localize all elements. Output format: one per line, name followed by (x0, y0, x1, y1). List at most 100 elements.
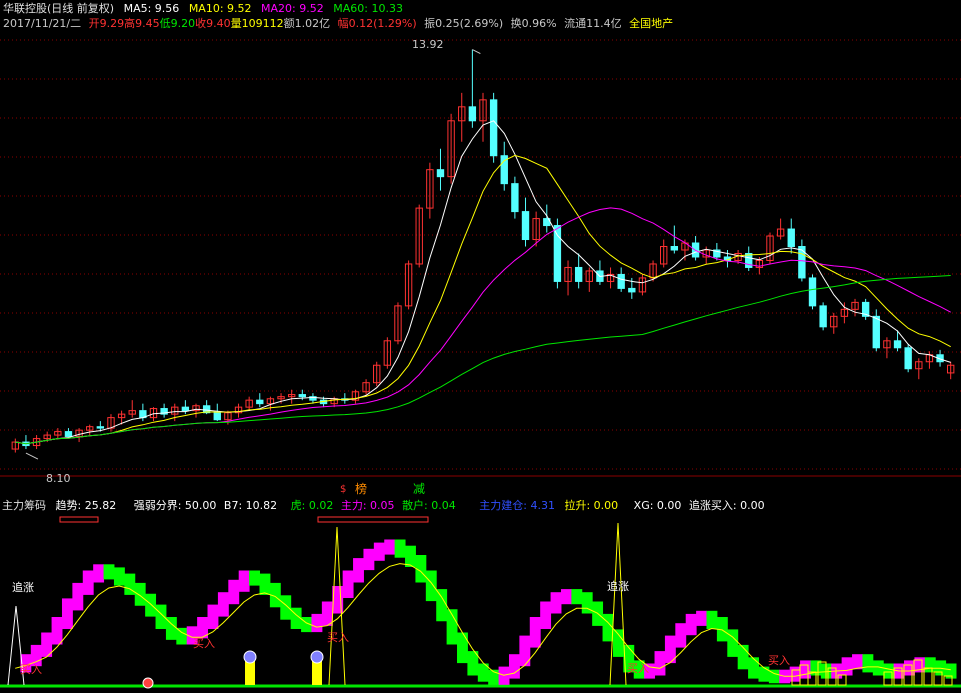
trend-rise-block (353, 558, 364, 583)
trend-value: 趋势: 25.82 (55, 499, 117, 512)
trend-fall-block (706, 610, 718, 629)
trend-fall-block (758, 666, 770, 682)
trend-fall-block (862, 654, 874, 673)
trend-rise-block (61, 598, 73, 629)
candle-body (468, 106, 477, 122)
trend-fall-block (727, 629, 739, 657)
buy-label-5: 买入 (768, 654, 790, 667)
trend-fall-block (134, 582, 146, 606)
xg-value: XG: 0.00 (633, 499, 682, 512)
trend-fall-block (405, 545, 416, 567)
trend-fall-block (748, 657, 759, 679)
stock-name: 华联控股(日线 前复权) (3, 2, 115, 15)
candle-body (787, 228, 795, 248)
high-pointer (472, 49, 481, 55)
trend-rise-block (93, 564, 105, 583)
trend-rise-block (51, 617, 63, 645)
trend-fall-block (571, 589, 583, 605)
float-label: 流通11.4亿 (564, 17, 622, 30)
chase-label-2: 追涨 (607, 580, 629, 593)
trend-rise-block (72, 582, 84, 611)
trend-rise-block (800, 660, 811, 679)
stock-chart (0, 39, 961, 689)
close-label: 收9.40 (195, 17, 231, 30)
candle-body (436, 169, 445, 178)
main-build-value: 主力建仓: 4.31 (479, 499, 555, 512)
candle-body (256, 399, 264, 405)
ma10-label: MA10: 9.52 (188, 2, 252, 15)
candle-body (553, 225, 562, 282)
ma5-label: MA5: 9.56 (123, 2, 180, 15)
candle-body (628, 287, 636, 293)
candle-body (511, 183, 519, 213)
trend-rise-block (675, 623, 687, 648)
candle-body (893, 340, 902, 349)
buy-label-3: 买入 (327, 631, 349, 644)
trend-fall-block (176, 627, 188, 645)
trend-rise-block (841, 657, 853, 676)
trend-underline (59, 516, 99, 523)
candle-body (181, 406, 190, 412)
candle-body (798, 246, 806, 279)
volume-label: 量109112 (230, 17, 284, 30)
high-price-annotation: 13.92 (412, 38, 444, 51)
trend-rise-block (654, 651, 666, 676)
candle-body (617, 273, 625, 289)
candle-body (96, 426, 105, 429)
trend-rise-block (82, 570, 94, 595)
sector-label: 全国地产 (629, 17, 674, 30)
indicator-name: 主力筹码 (2, 499, 46, 512)
change-label: 幅0.12(1.29%) (337, 17, 417, 30)
low-pointer (25, 452, 39, 460)
trend-rise-block (789, 666, 801, 682)
candle-body (489, 99, 498, 157)
header-row-2: 2017/11/21/二 开9.29高9.45低9.20收9.40量109112… (3, 17, 673, 31)
trend-rise-block (498, 666, 510, 685)
pillar-cap (310, 650, 324, 664)
trend-rise-block (519, 635, 531, 667)
chase-label-1: 追涨 (12, 581, 34, 594)
list-tag: 榜 (355, 482, 368, 496)
trend-fall-block (425, 570, 437, 602)
trend-fall-block (457, 632, 468, 664)
threshold-value: 强弱分界: 50.00 (133, 499, 217, 512)
red-ball-marker (142, 677, 154, 689)
candle-body (298, 394, 306, 398)
candle-body (819, 305, 827, 328)
main-force-value: 主力: 0.05 (340, 499, 395, 512)
pillar-cap (243, 650, 257, 664)
buy-label-2: 买入 (193, 637, 215, 650)
trend-fall-block (103, 564, 115, 580)
ma60-label: MA60: 10.33 (333, 2, 403, 15)
b7-value: B7: 10.82 (223, 499, 278, 512)
trend-rise-block (238, 570, 250, 592)
trend-rise-block (508, 654, 520, 679)
trend-rise-block (207, 604, 219, 629)
amount-label: 额1.02亿 (283, 17, 331, 30)
trend-rise-block (311, 613, 323, 633)
buy-label-4: 买入 (627, 662, 649, 675)
candle-body (670, 246, 679, 251)
trend-fall-block (113, 567, 125, 586)
open-label: 开9.29 (88, 17, 125, 30)
trend-fall-block (394, 539, 406, 558)
candle-body (64, 431, 73, 437)
trend-rise-block (228, 579, 240, 605)
trend-fall-block (280, 595, 292, 620)
amplitude-label: 振0.25(2.69%) (424, 17, 504, 30)
tiger-value: 虎: 0.02 (290, 499, 334, 512)
ma20-label: MA20: 9.52 (261, 2, 324, 15)
trend-rise-block (321, 601, 333, 626)
high-label: 高9.45 (124, 17, 160, 30)
trend-rise-block (529, 617, 541, 648)
trend-fall-block (249, 570, 260, 586)
trend-fall-block (924, 657, 936, 673)
trend-rise-block (685, 613, 697, 636)
retail-value: 散户: 0.04 (402, 499, 456, 512)
header-row-1: 华联控股(日线 前复权) MA5: 9.56 MA10: 9.52 MA20: … (3, 2, 403, 16)
trend-rise-block (363, 548, 375, 571)
trend-rise-block (217, 592, 229, 617)
trend-rise-block (540, 601, 552, 629)
candlestick-series (11, 49, 955, 453)
trend-rise-block (373, 542, 385, 561)
